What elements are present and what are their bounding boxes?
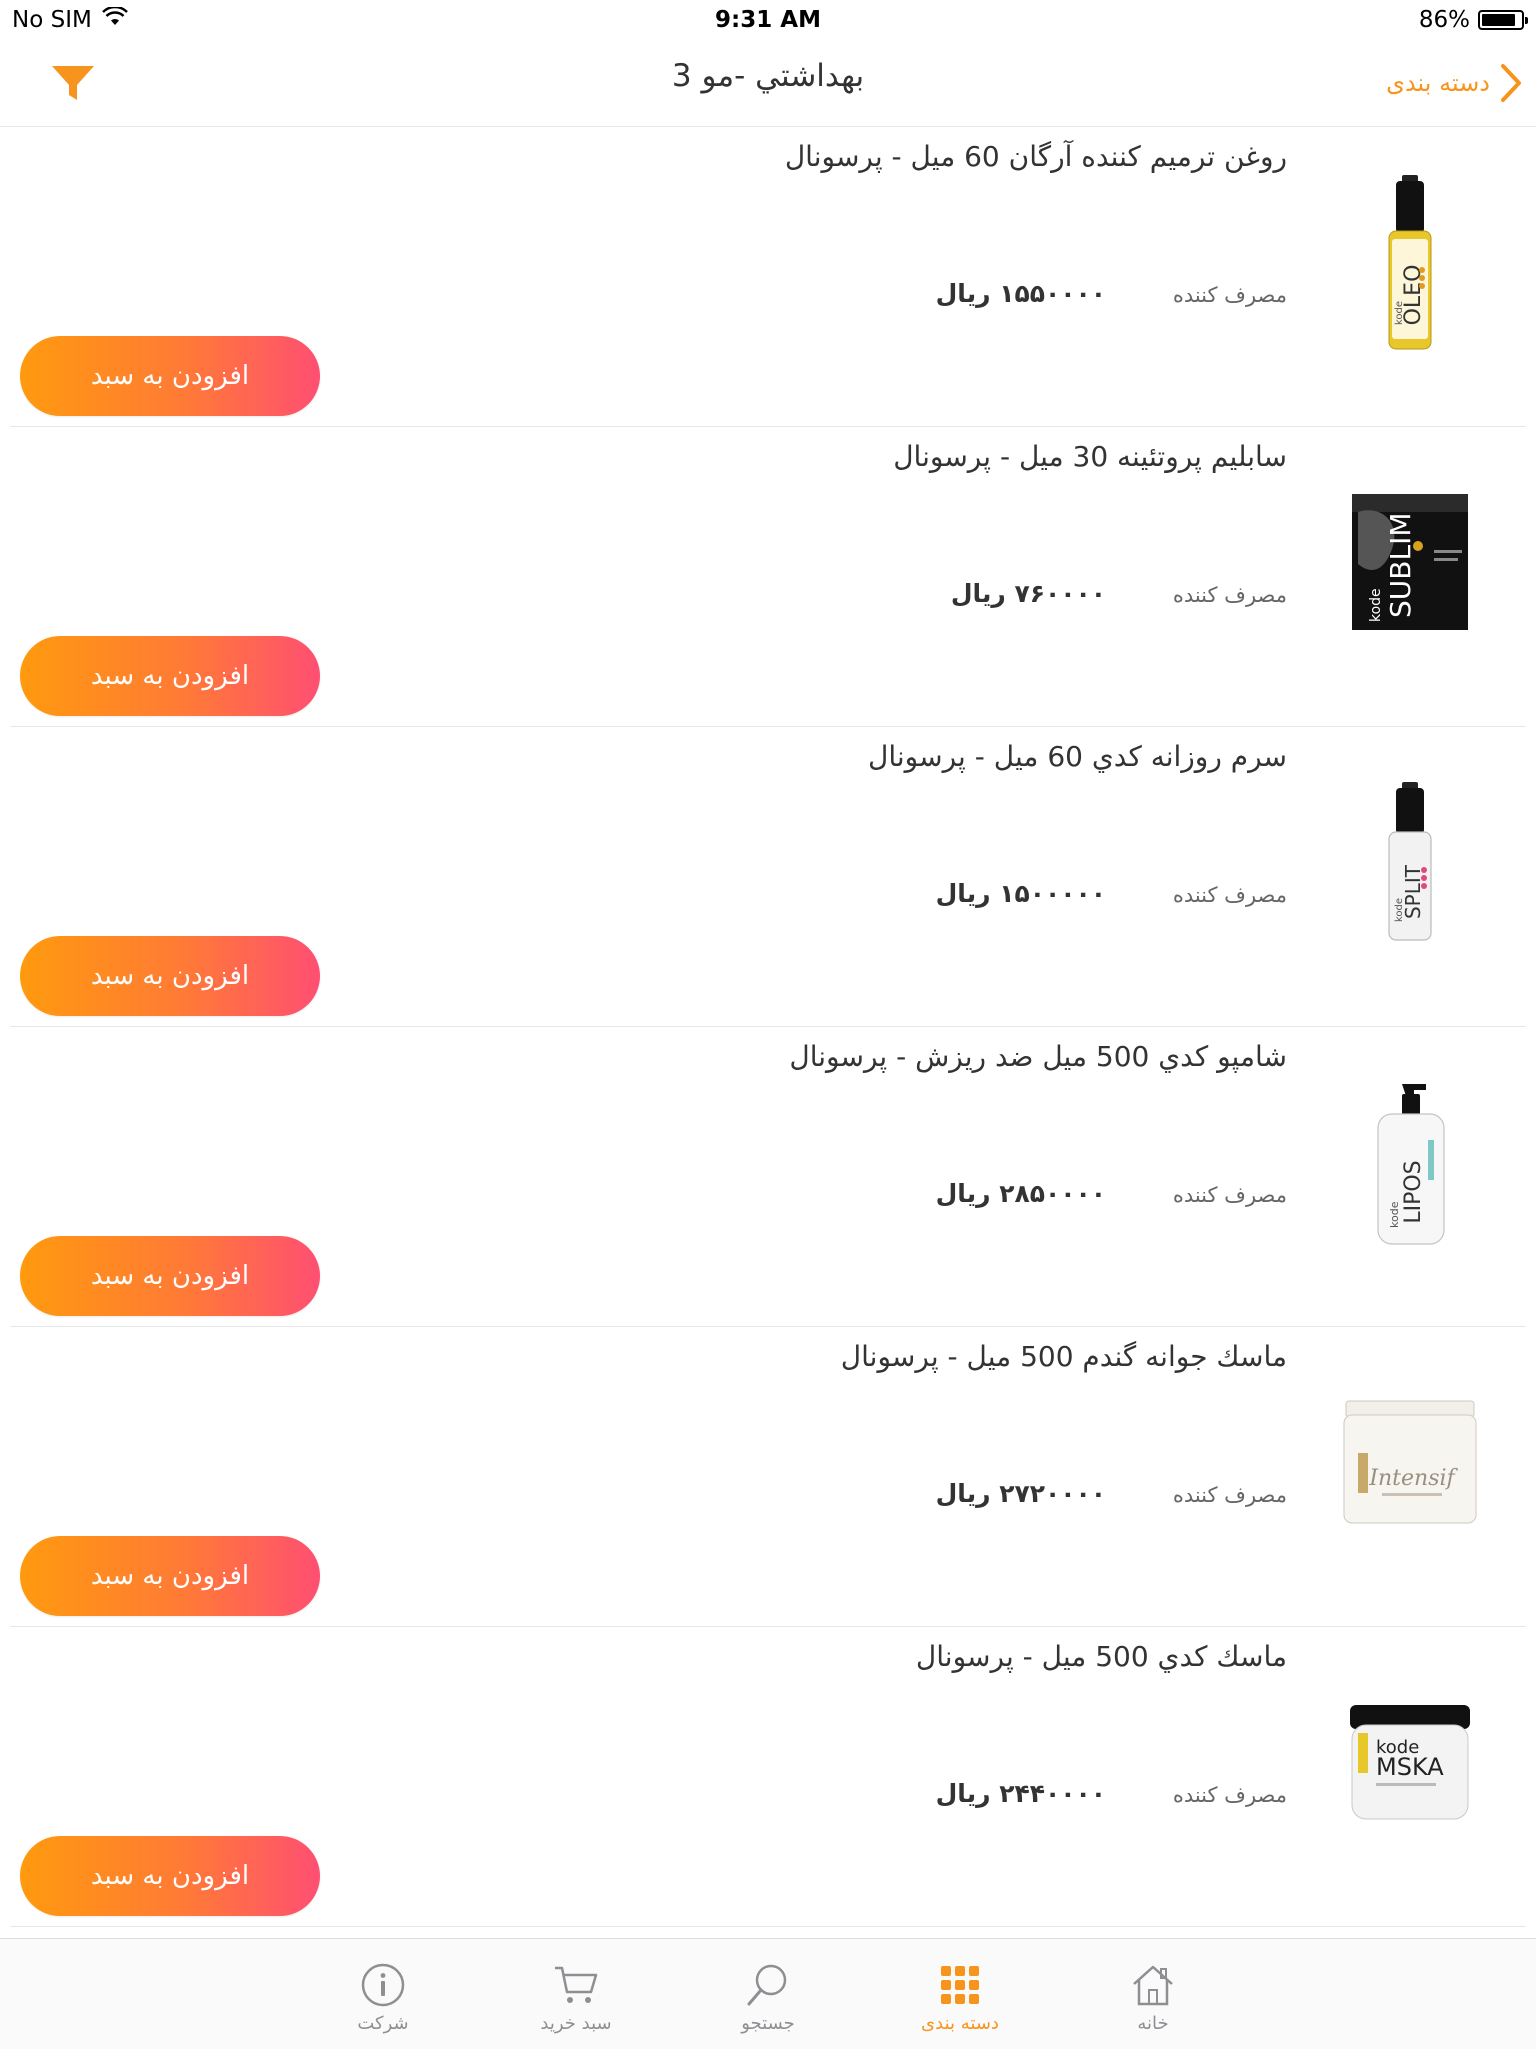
add-to-cart-button[interactable]: افزودن به سبد — [20, 336, 320, 416]
price-value: ۲۷۲۰۰۰۰ — [999, 1479, 1106, 1508]
product-row[interactable]: سرم روزانه كدي 60 ميل - پرسونال SPLIT ko… — [10, 727, 1526, 1027]
home-icon — [1088, 1961, 1218, 2009]
price-currency: ریال — [935, 879, 991, 908]
product-image: SUBLIM kode — [1340, 472, 1480, 652]
chevron-right-icon — [1501, 64, 1521, 102]
product-brand-text: kode — [1394, 300, 1405, 324]
consumer-label: مصرف کننده — [1172, 1183, 1287, 1207]
price-currency: ریال — [935, 1179, 991, 1208]
product-brand-text: kode — [1388, 1201, 1401, 1228]
price-currency: ریال — [935, 279, 991, 308]
nav-bar: بهداشتي -مو 3 دسته بندی — [0, 40, 1536, 127]
consumer-label: مصرف کننده — [1172, 883, 1287, 907]
product-name: شامپو كدي 500 ميل ضد ريزش - پرسونال — [789, 1040, 1287, 1073]
product-list: روغن ترميم كننده آرگان 60 ميل - پرسونال … — [10, 127, 1526, 1927]
product-line-text: LIPOS — [1401, 1160, 1426, 1223]
product-price: ۱۵۰۰۰۰۰ ریال — [936, 879, 1106, 908]
info-icon — [318, 1961, 448, 2009]
product-image: Intensif — [1340, 1372, 1480, 1552]
product-name: سابليم پروتئينه 30 ميل - پرسونال — [893, 440, 1287, 473]
product-name: سرم روزانه كدي 60 ميل - پرسونال — [868, 740, 1287, 773]
cart-icon — [511, 1961, 641, 2009]
product-image: OLEO kode — [1340, 172, 1480, 352]
battery-icon — [1478, 10, 1528, 30]
tab-search[interactable]: جستجو — [703, 1961, 833, 2034]
add-to-cart-button[interactable]: افزودن به سبد — [20, 1536, 320, 1616]
product-brand-text: kode — [1394, 898, 1405, 922]
product-row[interactable]: ماسك كدي 500 ميل - پرسونال kode MSKA مصر… — [10, 1627, 1526, 1927]
search-icon — [703, 1961, 833, 2009]
tab-categories-label: دسته بندی — [921, 2013, 999, 2034]
back-label: دسته بندی — [1386, 69, 1490, 97]
back-button[interactable]: دسته بندی — [1386, 58, 1522, 108]
price-currency: ریال — [935, 1779, 991, 1808]
tab-company-label: شرکت — [357, 2013, 409, 2034]
product-price: ۲۴۴۰۰۰۰ ریال — [936, 1779, 1106, 1808]
price-value: ۷۶۰۰۰۰ — [1014, 579, 1106, 608]
add-to-cart-button[interactable]: افزودن به سبد — [20, 1236, 320, 1316]
product-price: ۱۵۵۰۰۰۰ ریال — [936, 279, 1106, 308]
product-image: kode MSKA — [1340, 1672, 1480, 1852]
product-price: ۲۸۵۰۰۰۰ ریال — [936, 1179, 1106, 1208]
tab-search-label: جستجو — [741, 2013, 795, 2034]
status-right: 86% — [1418, 7, 1528, 33]
add-to-cart-button[interactable]: افزودن به سبد — [20, 636, 320, 716]
product-price: ۷۶۰۰۰۰ ریال — [951, 579, 1106, 608]
price-currency: ریال — [950, 579, 1006, 608]
tab-cart[interactable]: سبد خرید — [511, 1961, 641, 2034]
tab-categories[interactable]: دسته بندی — [895, 1961, 1025, 2034]
product-row[interactable]: سابليم پروتئينه 30 ميل - پرسونال SUBLIM … — [10, 427, 1526, 727]
price-value: ۱۵۰۰۰۰۰ — [999, 879, 1106, 908]
price-value: ۱۵۵۰۰۰۰ — [999, 279, 1106, 308]
tab-home-label: خانه — [1137, 2013, 1169, 2034]
product-line-text: SUBLIM — [1384, 513, 1417, 619]
price-value: ۲۸۵۰۰۰۰ — [999, 1179, 1106, 1208]
status-bar: No SIM 9:31 AM 86% — [0, 0, 1536, 40]
tab-cart-label: سبد خرید — [540, 2013, 612, 2034]
consumer-label: مصرف کننده — [1172, 1483, 1287, 1507]
price-currency: ریال — [935, 1479, 991, 1508]
product-name: ماسك كدي 500 ميل - پرسونال — [915, 1640, 1287, 1673]
status-time: 9:31 AM — [715, 7, 821, 33]
consumer-label: مصرف کننده — [1172, 1783, 1287, 1807]
consumer-label: مصرف کننده — [1172, 283, 1287, 307]
add-to-cart-button[interactable]: افزودن به سبد — [20, 1836, 320, 1916]
product-image: LIPOS kode — [1340, 1072, 1480, 1252]
grid-icon — [895, 1961, 1025, 2009]
tab-home[interactable]: خانه — [1088, 1961, 1218, 2034]
product-brand-text: kode — [1368, 588, 1384, 622]
product-row[interactable]: شامپو كدي 500 ميل ضد ريزش - پرسونال LIPO… — [10, 1027, 1526, 1327]
price-value: ۲۴۴۰۰۰۰ — [999, 1779, 1106, 1808]
tab-bar: شرکت سبد خرید جستجو دسته بندی خانه — [0, 1938, 1536, 2049]
product-row[interactable]: ماسك جوانه گندم 500 ميل - پرسونال Intens… — [10, 1327, 1526, 1627]
product-brand-text: Intensif — [1368, 1466, 1458, 1491]
product-row[interactable]: روغن ترميم كننده آرگان 60 ميل - پرسونال … — [10, 127, 1526, 427]
product-name: روغن ترميم كننده آرگان 60 ميل - پرسونال — [784, 140, 1287, 173]
product-image: SPLIT kode — [1340, 772, 1480, 952]
battery-percent: 86% — [1418, 7, 1470, 33]
product-line-text: MSKA — [1376, 1753, 1444, 1781]
product-price: ۲۷۲۰۰۰۰ ریال — [936, 1479, 1106, 1508]
add-to-cart-button[interactable]: افزودن به سبد — [20, 936, 320, 1016]
product-name: ماسك جوانه گندم 500 ميل - پرسونال — [840, 1340, 1287, 1373]
page-title: بهداشتي -مو 3 — [671, 58, 865, 94]
consumer-label: مصرف کننده — [1172, 583, 1287, 607]
tab-company[interactable]: شرکت — [318, 1961, 448, 2034]
